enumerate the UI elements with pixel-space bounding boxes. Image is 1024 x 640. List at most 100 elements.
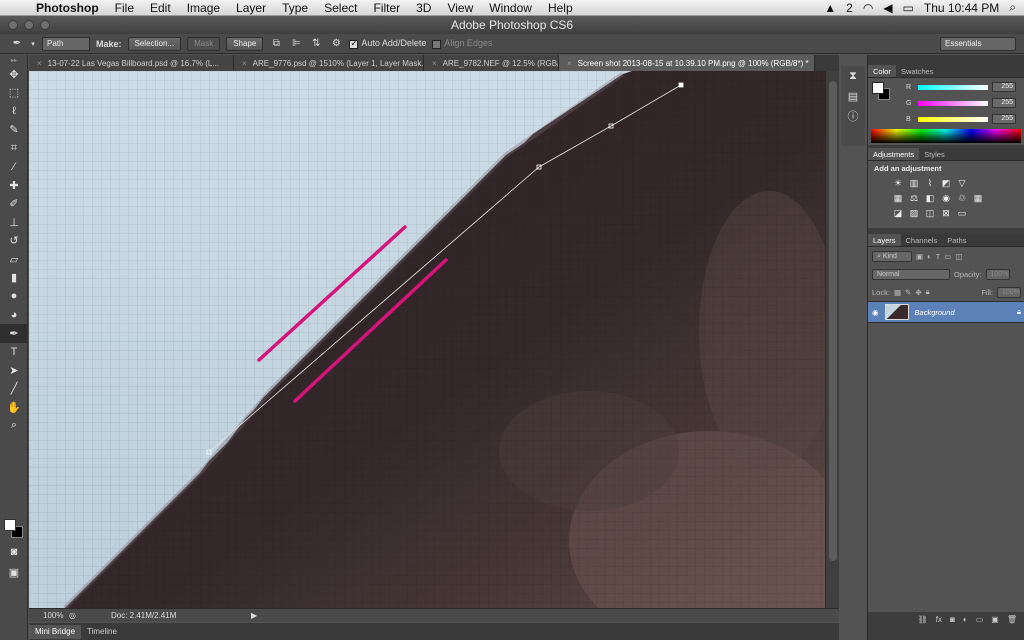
- zoom-tool-status-icon[interactable]: ◎: [69, 611, 81, 620]
- menu-select[interactable]: Select: [316, 0, 365, 16]
- make-mask-button[interactable]: Mask: [187, 36, 221, 51]
- tab-channels[interactable]: Channels: [901, 234, 943, 246]
- green-value-field[interactable]: 255: [992, 98, 1016, 108]
- pen-mode-select[interactable]: Path: [42, 36, 90, 51]
- menu-image[interactable]: Image: [179, 0, 228, 16]
- gradient-tool-icon[interactable]: ▮: [0, 269, 28, 288]
- close-window-button[interactable]: [8, 20, 18, 30]
- color-lookup-icon[interactable]: ▦: [972, 193, 984, 204]
- pen-tool-preset-icon[interactable]: ✒: [10, 37, 24, 51]
- new-group-icon[interactable]: ▭: [976, 615, 984, 624]
- tab-timeline[interactable]: Timeline: [81, 625, 123, 639]
- tab-layers[interactable]: Layers: [868, 234, 901, 246]
- tab-paths[interactable]: Paths: [942, 234, 971, 246]
- menu-filter[interactable]: Filter: [365, 0, 408, 16]
- notification-count[interactable]: 2: [846, 1, 853, 15]
- tab-color[interactable]: Color: [868, 65, 896, 77]
- quick-selection-tool-icon[interactable]: ✎: [0, 121, 28, 140]
- layer-filter-kind-select[interactable]: ⌕ Kind: [872, 250, 912, 262]
- minimize-window-button[interactable]: [24, 20, 34, 30]
- tab-swatches[interactable]: Swatches: [896, 65, 939, 77]
- zoom-tool-icon[interactable]: ⌕: [0, 417, 28, 436]
- new-adjustment-icon[interactable]: ◐: [963, 615, 968, 624]
- foreground-color-swatch[interactable]: [4, 519, 16, 531]
- pen-tool-icon[interactable]: ✒: [0, 324, 28, 343]
- threshold-icon[interactable]: ◫: [924, 208, 936, 219]
- vertical-scrollbar[interactable]: [825, 71, 839, 608]
- layer-name[interactable]: Background: [915, 308, 955, 317]
- levels-icon[interactable]: ▥: [908, 178, 920, 189]
- eyedropper-tool-icon[interactable]: ⁄: [0, 158, 28, 177]
- lock-transparent-icon[interactable]: ▦: [894, 288, 901, 297]
- workspace-select[interactable]: Essentials: [940, 37, 1016, 51]
- menu-layer[interactable]: Layer: [228, 0, 274, 16]
- brightness-contrast-icon[interactable]: ☀: [892, 178, 904, 189]
- brush-tool-icon[interactable]: ✐: [0, 195, 28, 214]
- exposure-icon[interactable]: ◩: [940, 178, 952, 189]
- layer-style-icon[interactable]: fx: [936, 615, 942, 624]
- healing-brush-tool-icon[interactable]: ✚: [0, 176, 28, 195]
- gradient-map-icon[interactable]: ▭: [956, 208, 968, 219]
- menu-3d[interactable]: 3D: [408, 0, 439, 16]
- vibrance-icon[interactable]: ▽: [956, 178, 968, 189]
- close-icon[interactable]: ×: [37, 59, 42, 68]
- properties-panel-icon[interactable]: ▤: [841, 86, 865, 106]
- trash-icon[interactable]: 🗑︎: [1007, 615, 1017, 624]
- lock-icon[interactable]: 🔒︎: [1017, 307, 1021, 317]
- add-mask-icon[interactable]: ◙: [950, 615, 955, 624]
- filter-smart-object-icon[interactable]: ◫: [955, 252, 962, 261]
- black-white-icon[interactable]: ◧: [924, 193, 936, 204]
- menu-edit[interactable]: Edit: [142, 0, 179, 16]
- hue-saturation-icon[interactable]: ▦: [892, 193, 904, 204]
- eraser-tool-icon[interactable]: ▱: [0, 250, 28, 269]
- make-shape-button[interactable]: Shape: [226, 36, 264, 51]
- tab-mini-bridge[interactable]: Mini Bridge: [29, 624, 82, 639]
- status-menu-arrow-icon[interactable]: ▶: [241, 611, 257, 620]
- blend-mode-select[interactable]: Normal: [872, 268, 950, 280]
- menu-help[interactable]: Help: [540, 0, 581, 16]
- auto-add-delete-checkbox[interactable]: Auto Add/Delete: [349, 38, 426, 49]
- lock-image-icon[interactable]: ✎: [905, 288, 911, 297]
- filter-pixel-icon[interactable]: ▣: [916, 252, 923, 261]
- volume-icon[interactable]: ◀: [883, 1, 892, 15]
- move-tool-icon[interactable]: ✥: [0, 65, 28, 84]
- wifi-icon[interactable]: ◠: [863, 1, 873, 15]
- filter-type-icon[interactable]: T: [936, 252, 941, 261]
- tab-are-9776[interactable]: × ARE_9776.psd @ 1510% (Layer 1, Layer Ma…: [234, 55, 424, 71]
- history-brush-tool-icon[interactable]: ↺: [0, 232, 28, 251]
- color-balance-icon[interactable]: ⚖: [908, 193, 920, 204]
- path-operations-icon[interactable]: ⧉: [269, 37, 283, 51]
- photo-filter-icon[interactable]: ◉: [940, 193, 952, 204]
- filter-adjustment-icon[interactable]: ◐: [927, 252, 932, 261]
- zoom-window-button[interactable]: [40, 20, 50, 30]
- spotlight-search-icon[interactable]: ⌕: [1009, 0, 1016, 15]
- adobe-menu-icon[interactable]: ▲: [824, 1, 836, 15]
- tab-adjustments[interactable]: Adjustments: [868, 148, 920, 160]
- red-slider[interactable]: [918, 84, 988, 90]
- menu-app-name[interactable]: Photoshop: [28, 0, 107, 16]
- quick-mask-icon[interactable]: ◙: [0, 543, 28, 562]
- blur-tool-icon[interactable]: ●: [0, 287, 28, 306]
- path-anchor-point[interactable]: [678, 82, 684, 88]
- menu-window[interactable]: Window: [481, 0, 540, 16]
- close-icon[interactable]: ×: [432, 59, 437, 68]
- blue-value-field[interactable]: 255: [992, 114, 1016, 124]
- menu-view[interactable]: View: [439, 0, 481, 16]
- opacity-field[interactable]: 100%: [985, 268, 1010, 280]
- red-value-field[interactable]: 255: [992, 82, 1016, 92]
- tab-styles[interactable]: Styles: [919, 148, 949, 160]
- dodge-tool-icon[interactable]: ◕: [0, 306, 28, 325]
- channel-mixer-icon[interactable]: ♲: [956, 193, 968, 204]
- selective-color-icon[interactable]: ⊠: [940, 208, 952, 219]
- scrollbar-thumb[interactable]: [829, 81, 837, 561]
- invert-icon[interactable]: ◪: [892, 208, 904, 219]
- lock-position-icon[interactable]: ✥: [915, 288, 921, 297]
- history-panel-icon[interactable]: ⧗: [841, 66, 865, 86]
- align-edges-checkbox[interactable]: Align Edges: [432, 38, 492, 49]
- screen-mode-icon[interactable]: ▣: [0, 563, 28, 582]
- type-tool-icon[interactable]: T: [0, 343, 28, 362]
- tab-las-vegas-billboard[interactable]: × 13-07-22 Las Vegas Billboard.psd @ 16.7…: [29, 55, 234, 71]
- tab-screen-shot[interactable]: × Screen shot 2013-08-15 at 10.39.10 PM.p…: [559, 55, 815, 71]
- clock[interactable]: Thu 10:44 PM: [924, 1, 999, 15]
- green-slider[interactable]: [918, 100, 988, 106]
